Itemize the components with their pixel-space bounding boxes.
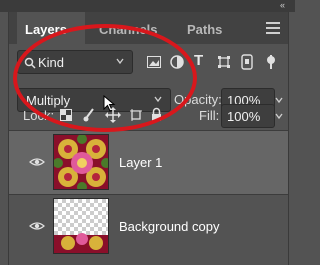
tab-layers[interactable]: Layers — [25, 22, 67, 37]
tab-paths[interactable]: Paths — [187, 22, 222, 37]
pixel-layer-filter-icon[interactable] — [147, 56, 161, 68]
chevron-down-icon — [116, 58, 124, 65]
lock-all-icon[interactable] — [151, 107, 162, 122]
layer-row-layer-1[interactable]: Layer 1 — [9, 130, 288, 194]
shape-layer-filter-icon[interactable] — [217, 55, 231, 69]
filter-kind-dropdown[interactable]: Kind — [17, 50, 133, 74]
fill-field[interactable]: 100% — [221, 104, 275, 128]
layer-thumbnail — [53, 134, 109, 190]
fill-value: 100% — [227, 109, 261, 124]
layer-name[interactable]: Layer 1 — [119, 155, 162, 170]
panel-top-strip: « — [0, 0, 295, 12]
adjustment-layer-filter-icon[interactable] — [170, 55, 184, 69]
opacity-label: Opacity: — [174, 92, 222, 107]
layer-name[interactable]: Background copy — [119, 219, 219, 234]
visibility-eye-icon[interactable] — [29, 221, 45, 231]
fill-chevron-icon[interactable] — [275, 112, 283, 120]
lock-image-pixels-icon[interactable] — [83, 108, 95, 122]
smart-object-filter-icon[interactable] — [241, 54, 253, 70]
opacity-chevron-icon[interactable] — [275, 96, 283, 104]
collapse-panel-icon[interactable]: « — [280, 0, 285, 10]
search-icon — [24, 57, 36, 69]
panel-menu-icon[interactable] — [266, 22, 280, 34]
lock-label: Lock: — [23, 108, 55, 123]
visibility-eye-icon[interactable] — [29, 157, 45, 167]
lock-transparent-pixels-icon[interactable] — [60, 109, 72, 121]
type-layer-filter-icon[interactable]: T — [194, 52, 203, 69]
layers-panel: Layers Channels Paths Kind T Multiply Op… — [8, 12, 289, 265]
filter-toggle-icon[interactable] — [265, 53, 277, 71]
layer-thumbnail — [53, 198, 109, 254]
transparent-checkerboard-thumbnail — [54, 199, 108, 253]
tab-channels[interactable]: Channels — [99, 22, 158, 37]
chevron-down-icon — [154, 96, 162, 103]
filter-kind-label: Kind — [38, 55, 65, 70]
blend-mode-value: Multiply — [26, 93, 71, 108]
panel-tab-bar: Layers Channels Paths — [9, 12, 288, 44]
flower-kaleidoscope-thumbnail — [54, 135, 108, 189]
layer-row-background-copy[interactable]: Background copy — [9, 194, 288, 258]
lock-position-icon[interactable] — [105, 107, 121, 123]
fill-label: Fill: — [199, 108, 220, 123]
lock-artboard-icon[interactable] — [129, 108, 143, 122]
